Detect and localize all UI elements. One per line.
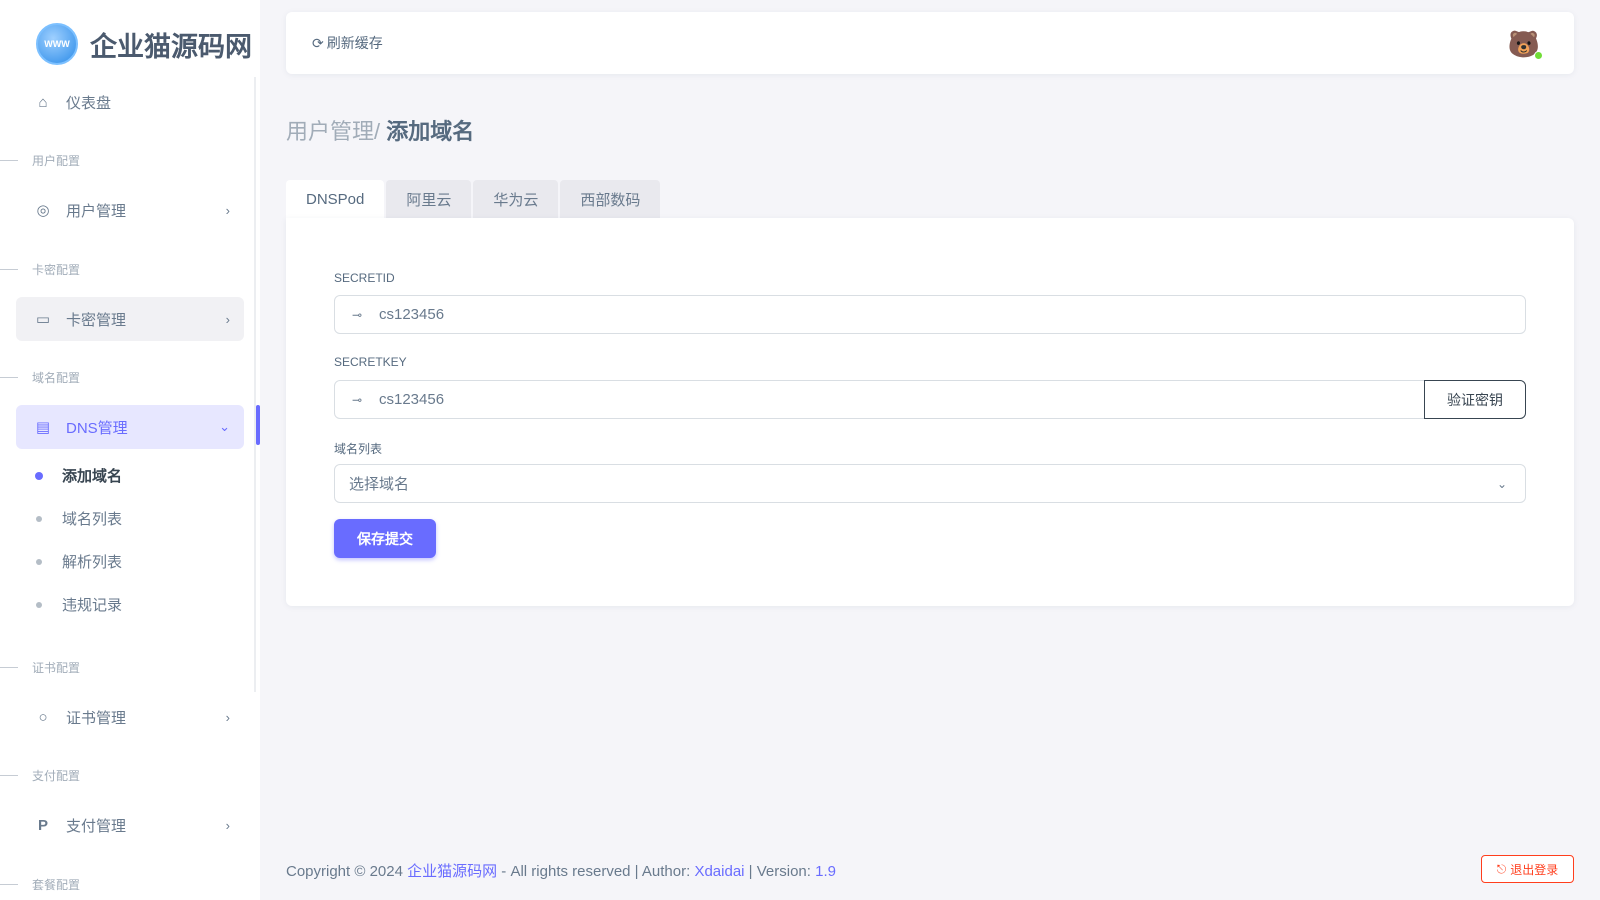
- chevron-right-icon: ›: [225, 202, 230, 218]
- sidebar-subitem-add-domain[interactable]: 添加域名: [35, 465, 123, 486]
- author-link[interactable]: Xdaidai: [694, 863, 744, 880]
- secretid-value: cs123456: [379, 306, 445, 323]
- sidebar-subitem-domain-list[interactable]: 域名列表: [36, 508, 122, 529]
- section-label: 证书配置: [0, 659, 80, 676]
- sub-label: 域名列表: [62, 511, 123, 528]
- save-submit-button[interactable]: 保存提交: [334, 519, 436, 558]
- globe-logo-icon: WWW: [36, 23, 78, 65]
- version-label: | Version:: [744, 863, 816, 880]
- sidebar-item-pay-mgmt[interactable]: P 支付管理 ›: [16, 803, 244, 847]
- badge-icon: ○: [38, 708, 48, 726]
- page-title: 用户管理/ 添加域名: [286, 114, 474, 146]
- laptop-icon: ▭: [35, 311, 51, 328]
- navbar: ⟳ 刷新缓存 🐻: [286, 12, 1574, 74]
- section-label: 卡密配置: [0, 261, 80, 278]
- sidebar-item-label: 证书管理: [66, 709, 127, 727]
- rights-text: - All rights reserved | Author:: [497, 863, 695, 880]
- verify-key-button[interactable]: 验证密钥: [1424, 380, 1526, 419]
- chevron-right-icon: ›: [225, 817, 230, 833]
- avatar[interactable]: 🐻: [1506, 26, 1543, 62]
- tab-aliyun[interactable]: 阿里云: [386, 180, 472, 218]
- sidebar-item-label: 卡密管理: [66, 311, 127, 329]
- brand[interactable]: WWW 企业猫源码网: [0, 0, 260, 88]
- sub-label: 解析列表: [62, 554, 123, 571]
- domain-list-label: 域名列表: [334, 442, 383, 456]
- section-label: 域名配置: [0, 369, 80, 386]
- refresh-icon: ⟳: [312, 34, 324, 51]
- window-icon: ▤: [35, 419, 51, 436]
- tab-west[interactable]: 西部数码: [560, 180, 661, 218]
- sidebar-item-label: 仪表盘: [66, 94, 112, 112]
- domain-select[interactable]: 选择域名 ⌄: [334, 464, 1526, 503]
- sub-label: 违规记录: [62, 597, 123, 614]
- tab-huaweicloud[interactable]: 华为云: [473, 180, 559, 218]
- logout-icon: ⎋: [1496, 861, 1507, 876]
- sidebar-item-cert-mgmt[interactable]: ○ 证书管理 ›: [16, 695, 244, 739]
- logout-label: 退出登录: [1510, 862, 1559, 877]
- sidebar-item-label: DNS管理: [66, 419, 128, 437]
- chevron-right-icon: ›: [225, 311, 230, 327]
- sub-label: 添加域名: [62, 468, 123, 485]
- site-link[interactable]: 企业猫源码网: [407, 863, 497, 880]
- footer: Copyright © 2024 企业猫源码网 - All rights res…: [286, 860, 836, 881]
- chevron-down-icon: ⌄: [219, 419, 230, 434]
- key-icon: ⊸: [351, 307, 363, 322]
- bullet-icon: [36, 558, 42, 565]
- section-label: 支付配置: [0, 767, 80, 784]
- sidebar-item-label: 用户管理: [66, 202, 127, 220]
- key-icon: ⊸: [351, 392, 363, 407]
- secretid-label: SECRETID: [334, 271, 395, 285]
- sidebar: WWW 企业猫源码网 ⌂ 仪表盘 用户配置 ◎ 用户管理 › 卡密配置 ▭ 卡密管理 › …: [0, 0, 260, 900]
- refresh-cache-button[interactable]: ⟳ 刷新缓存: [312, 33, 383, 53]
- sidebar-item-card-mgmt[interactable]: ▭ 卡密管理 ›: [16, 297, 244, 341]
- sidebar-item-dashboard[interactable]: ⌂ 仪表盘: [16, 80, 244, 124]
- section-label: 用户配置: [0, 152, 80, 169]
- brand-name: 企业猫源码网: [90, 31, 252, 62]
- paypal-icon: P: [37, 816, 48, 834]
- copyright-text: Copyright © 2024: [286, 863, 408, 880]
- page-title-text: 添加域名: [386, 119, 475, 144]
- sidebar-subitem-record-list[interactable]: 解析列表: [36, 551, 122, 572]
- logout-button[interactable]: ⎋ 退出登录: [1481, 855, 1574, 883]
- bullet-icon: [36, 601, 42, 608]
- bullet-icon: [35, 471, 43, 480]
- chevron-right-icon: ›: [225, 709, 230, 725]
- sidebar-scrollbar[interactable]: [254, 77, 256, 692]
- sidebar-item-user-mgmt[interactable]: ◎ 用户管理 ›: [16, 188, 244, 232]
- refresh-label: 刷新缓存: [326, 35, 383, 51]
- sidebar-subitem-violations[interactable]: 违规记录: [36, 594, 122, 615]
- chevron-down-icon: ⌄: [1496, 476, 1507, 491]
- domain-select-value: 选择域名: [349, 476, 410, 493]
- version-link[interactable]: 1.9: [815, 863, 836, 880]
- secretkey-value: cs123456: [379, 391, 445, 408]
- provider-tabs: DNSPod 阿里云 华为云 西部数码: [286, 180, 662, 218]
- section-label: 套餐配置: [0, 876, 80, 893]
- home-icon: ⌂: [38, 93, 48, 111]
- sidebar-item-label: 支付管理: [66, 817, 127, 835]
- secretkey-input[interactable]: ⊸ cs123456 验证密钥: [334, 380, 1526, 419]
- secretkey-label: SECRETKEY: [334, 355, 407, 369]
- breadcrumb: 用户管理/: [286, 119, 381, 144]
- sidebar-item-dns-mgmt[interactable]: ▤ DNS管理 ⌄: [16, 405, 244, 449]
- form-card: SECRETID ⊸ cs123456 SECRETKEY ⊸ cs123456 验…: [286, 218, 1574, 606]
- active-indicator: [256, 405, 260, 445]
- bullet-icon: [36, 515, 42, 522]
- tab-dnspod[interactable]: DNSPod: [286, 180, 385, 218]
- secretid-input[interactable]: ⊸ cs123456: [334, 295, 1526, 334]
- online-status-dot: [1534, 51, 1543, 60]
- user-circle-icon: ◎: [36, 202, 50, 219]
